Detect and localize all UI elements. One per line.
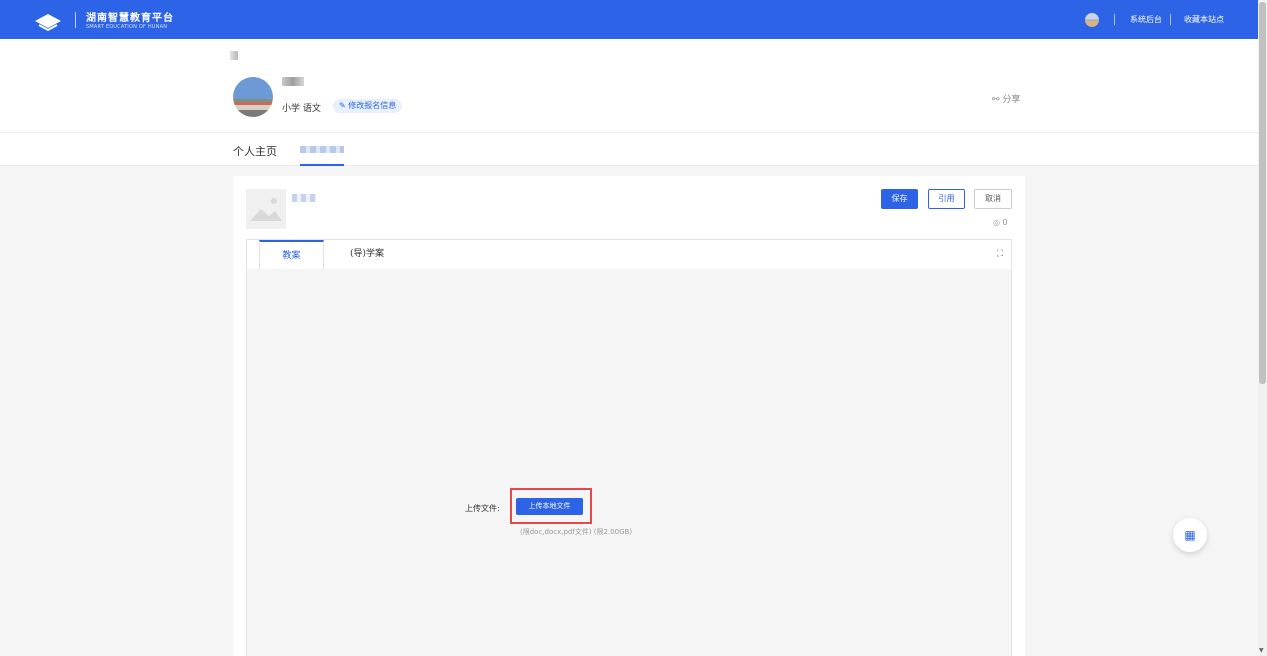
profile-header: 小学 语文 ✎ 修改报名信息 ⚯ 分享 个人主页 [0, 39, 1258, 166]
share-label: 分享 [1002, 95, 1021, 105]
pencil-icon: ✎ [339, 101, 349, 110]
logo-subtitle: SMART EDUCATION OF HUNAN [86, 24, 168, 30]
blurred-username [282, 77, 304, 86]
quote-button[interactable]: 引用 [928, 189, 965, 209]
upload-local-file-button[interactable]: 上传本地文件 [516, 498, 583, 515]
tab-home[interactable]: 个人主页 [233, 143, 277, 159]
blurred-title [292, 194, 316, 202]
view-count-value: 0 [1002, 218, 1008, 227]
share-button[interactable]: ⚯ 分享 [992, 92, 1020, 105]
logo-divider [75, 12, 76, 28]
logo-icon [35, 14, 61, 31]
save-button[interactable]: 保存 [881, 189, 918, 209]
qr-code-button[interactable]: ▦ [1173, 518, 1207, 552]
qr-code-icon: ▦ [1184, 528, 1196, 542]
upload-label: 上传文件: [465, 504, 500, 513]
fullscreen-icon[interactable]: ⛶ [997, 249, 1003, 259]
divider [1114, 14, 1115, 25]
blurred-text [230, 51, 238, 60]
scrollbar-thumb[interactable] [1259, 2, 1266, 384]
content-card: 保存 引用 取消 ◎ 0 教案 (导)学案 ⛶ 上传文件: 上传本地文件 (限d… [233, 176, 1025, 656]
image-placeholder-icon [246, 189, 286, 229]
tab-lesson-plan[interactable]: 教案 [259, 240, 324, 271]
bookmark-link[interactable]: 收藏本站点 [1184, 14, 1224, 25]
divider [1170, 14, 1171, 25]
document-tabs: 教案 (导)学案 ⛶ [246, 239, 1012, 271]
scroll-down-icon[interactable]: ▼ [1259, 647, 1264, 654]
tab-study-guide[interactable]: (导)学案 [342, 240, 392, 270]
cancel-button[interactable]: 取消 [974, 189, 1012, 209]
top-navbar: 湖南智慧教育平台 SMART EDUCATION OF HUNAN 系统后台 收… [0, 0, 1258, 39]
page-scrollbar[interactable]: ▼ [1258, 0, 1267, 656]
profile-nav: 个人主页 [0, 132, 1258, 166]
tab-blurred-active[interactable] [300, 146, 344, 153]
admin-link[interactable]: 系统后台 [1130, 14, 1162, 25]
upload-hint: (限doc,docx,pdf文件) (限2.00GB) [520, 528, 633, 536]
profile-avatar [233, 77, 273, 117]
logo-title: 湖南智慧教育平台 [86, 13, 174, 24]
share-icon: ⚯ [992, 95, 1003, 105]
view-count: ◎ 0 [993, 218, 1008, 227]
active-tab-indicator [300, 164, 344, 166]
edit-registration-label: 修改报名信息 [348, 101, 397, 110]
edit-registration-button[interactable]: ✎ 修改报名信息 [333, 99, 403, 113]
eye-icon: ◎ [993, 218, 1003, 227]
user-avatar[interactable] [1085, 13, 1099, 27]
upload-panel: 上传文件: 上传本地文件 (限doc,docx,pdf文件) (限2.00GB) [246, 269, 1012, 656]
subject-label: 小学 语文 [282, 104, 321, 114]
